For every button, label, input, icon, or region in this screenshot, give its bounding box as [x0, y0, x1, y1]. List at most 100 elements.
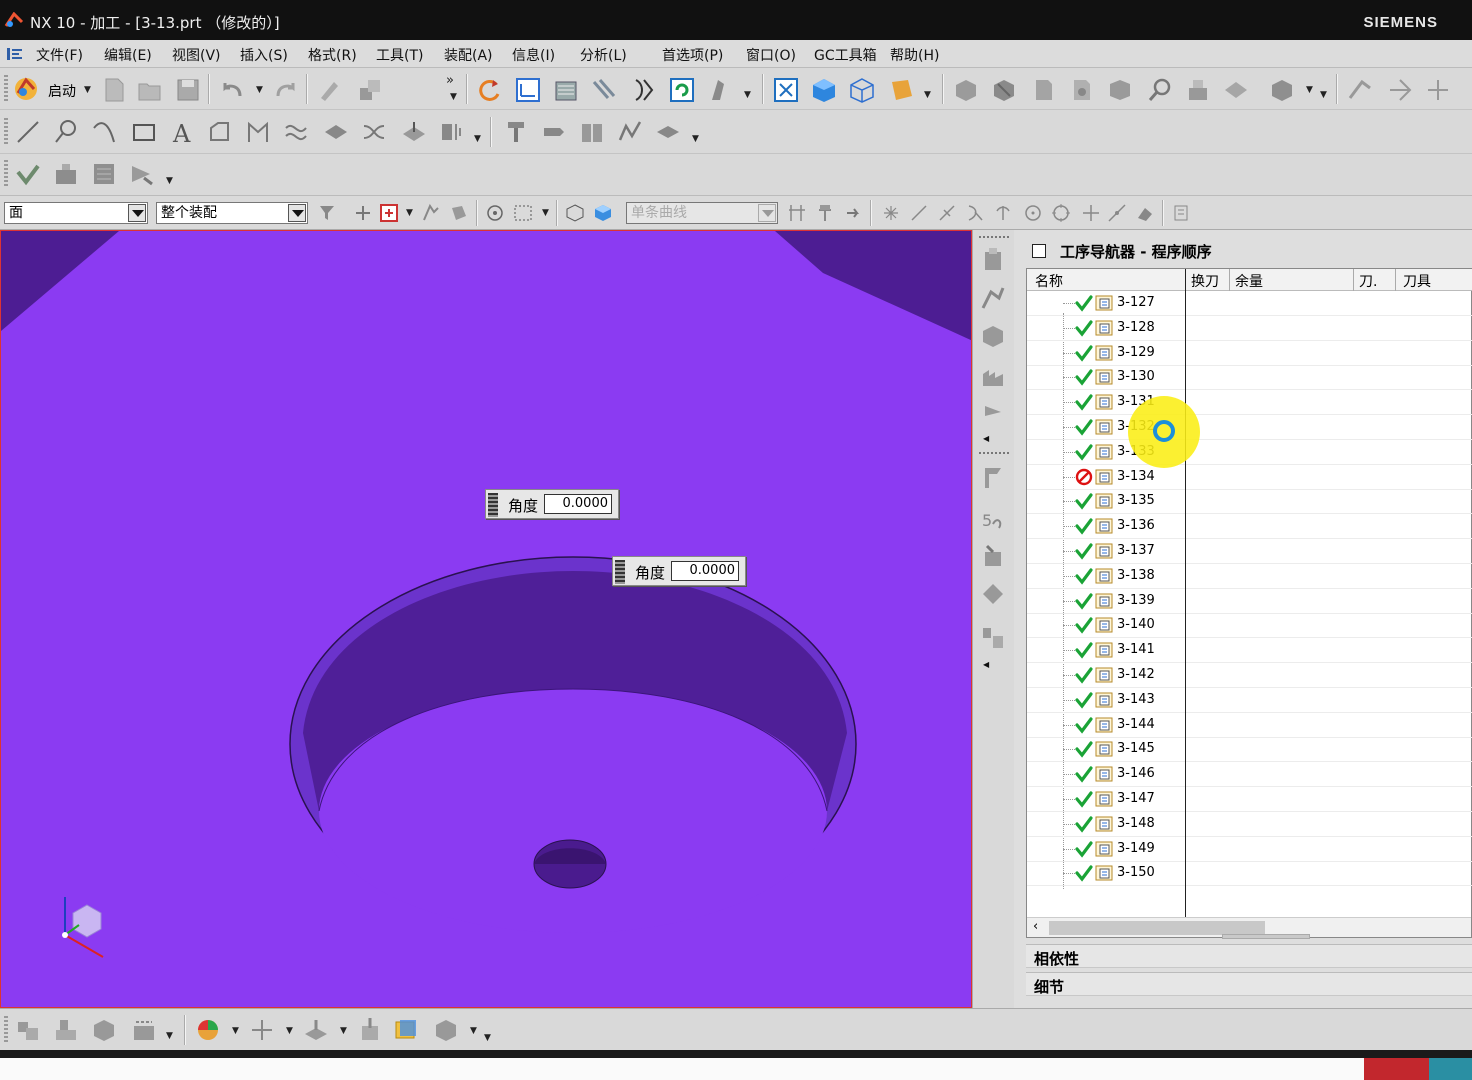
- book-icon[interactable]: [578, 118, 606, 146]
- feature-icon-6[interactable]: [1184, 76, 1212, 104]
- display-dropdown-icon-2[interactable]: ▼: [484, 1033, 491, 1043]
- analysis-icon[interactable]: [194, 1016, 222, 1044]
- mill-dropdown-icon[interactable]: ▼: [692, 134, 699, 144]
- part-navigator-icon[interactable]: [979, 322, 1007, 350]
- undo-icon[interactable]: [218, 76, 246, 104]
- circle-select-icon[interactable]: [484, 202, 506, 224]
- operation-row[interactable]: 3-139: [1027, 589, 1472, 614]
- column-header-stock[interactable]: 余量: [1235, 271, 1263, 291]
- line-icon[interactable]: [14, 118, 42, 146]
- generate-toolpath-icon[interactable]: [668, 76, 696, 104]
- chevron-down-icon[interactable]: [288, 204, 306, 222]
- snap-bounded-icon[interactable]: [1170, 202, 1192, 224]
- menu-file[interactable]: 文件(F): [36, 45, 83, 65]
- shop-doc-icon[interactable]: [90, 160, 118, 188]
- operation-row[interactable]: 3-133: [1027, 440, 1472, 465]
- assembly-dropdown-icon[interactable]: ▼: [166, 1031, 173, 1041]
- feature-icon-3[interactable]: [1030, 76, 1058, 104]
- curve-icon[interactable]: [90, 118, 118, 146]
- copy-icon[interactable]: [356, 76, 384, 104]
- collapse-arrow-icon[interactable]: ◀: [983, 434, 989, 443]
- snap-end-icon[interactable]: [880, 202, 902, 224]
- start-dropdown-icon[interactable]: ▼: [84, 85, 91, 95]
- curve-tool-icon-1[interactable]: [1346, 76, 1374, 104]
- toolbar-grip[interactable]: [4, 1016, 8, 1044]
- rectangle-select-icon[interactable]: [512, 202, 534, 224]
- machine-tool-view-icon[interactable]: [552, 76, 580, 104]
- snap-on-surface-icon[interactable]: [1134, 202, 1156, 224]
- menu-preferences[interactable]: 首选项(P): [662, 45, 723, 65]
- open-file-icon[interactable]: [136, 76, 164, 104]
- menu-tools[interactable]: 工具(T): [376, 45, 423, 65]
- offset-curve-icon[interactable]: [206, 118, 234, 146]
- rectangle-icon[interactable]: [130, 118, 158, 146]
- machine-tool-navigator-icon[interactable]: [979, 542, 1007, 570]
- snap-arc-center-icon[interactable]: [992, 202, 1014, 224]
- toolbar-grip[interactable]: [4, 75, 8, 103]
- operation-row[interactable]: 3-150: [1027, 861, 1472, 887]
- column-divider[interactable]: [1395, 269, 1396, 291]
- menu-view[interactable]: 视图(V): [172, 45, 221, 65]
- model-scene[interactable]: [1, 231, 972, 1008]
- operation-row[interactable]: 3-149: [1027, 837, 1472, 862]
- column-divider[interactable]: [1229, 269, 1230, 291]
- angle-value-field[interactable]: 0.0000: [671, 561, 739, 581]
- feature-icon-7[interactable]: [1222, 76, 1250, 104]
- scrollbar-thumb[interactable]: [1049, 921, 1265, 935]
- operation-row[interactable]: 3-146: [1027, 762, 1472, 788]
- feature-dropdown-icon-2[interactable]: ▼: [1320, 90, 1327, 100]
- datum-dropdown-icon[interactable]: ▼: [340, 1026, 347, 1036]
- path-icon[interactable]: [616, 118, 644, 146]
- operation-row[interactable]: 3-135: [1027, 489, 1472, 515]
- geometry-view-icon[interactable]: [590, 76, 618, 104]
- bridge-curve-icon[interactable]: [360, 118, 388, 146]
- orient-view-icon[interactable]: [888, 76, 916, 104]
- extract-curve-icon[interactable]: [322, 118, 350, 146]
- operation-row[interactable]: 3-137: [1027, 539, 1472, 564]
- history-navigator-icon[interactable]: [979, 624, 1007, 652]
- constraint-navigator-icon[interactable]: [979, 284, 1007, 312]
- feature-icon-8[interactable]: [1268, 76, 1296, 104]
- follow-fillet-icon[interactable]: [842, 202, 864, 224]
- split-curve-icon[interactable]: [438, 118, 466, 146]
- resource-bar-grip[interactable]: [979, 236, 1009, 238]
- dependencies-section[interactable]: 相依性: [1026, 944, 1472, 968]
- pin-checkbox-icon[interactable]: [1032, 244, 1046, 258]
- shaded-view-icon[interactable]: [810, 76, 838, 104]
- paint-icon[interactable]: [316, 76, 344, 104]
- move-component-icon[interactable]: [90, 1016, 118, 1044]
- analysis-dropdown-icon[interactable]: ▼: [232, 1026, 239, 1036]
- operation-row[interactable]: 3-147: [1027, 787, 1472, 812]
- point-icon[interactable]: [248, 1016, 276, 1044]
- feature-icon-1[interactable]: [952, 76, 980, 104]
- resource-bar-grip[interactable]: [979, 452, 1009, 454]
- panel-split-handle[interactable]: [1222, 934, 1310, 939]
- new-file-icon[interactable]: [100, 76, 128, 104]
- start-icon[interactable]: [12, 75, 40, 103]
- operation-row[interactable]: 3-131: [1027, 390, 1472, 416]
- feature-dropdown-icon[interactable]: ▼: [1306, 85, 1313, 95]
- operation-row[interactable]: 3-128: [1027, 316, 1472, 341]
- type-filter-select[interactable]: 面: [4, 202, 148, 224]
- snap-point-icon[interactable]: [352, 202, 374, 224]
- operation-row[interactable]: 3-136: [1027, 514, 1472, 540]
- drag-handle-icon[interactable]: [615, 560, 625, 584]
- angle-value-field[interactable]: 0.0000: [544, 494, 612, 514]
- details-section[interactable]: 细节: [1026, 972, 1472, 996]
- save-icon[interactable]: [174, 76, 202, 104]
- layer-settings-icon[interactable]: [392, 1016, 420, 1044]
- snap-existing-point-icon[interactable]: [1080, 202, 1102, 224]
- intersect-curve-icon[interactable]: [282, 118, 310, 146]
- menu-icon[interactable]: [6, 46, 24, 62]
- drill-tool-icon[interactable]: [540, 118, 568, 146]
- check-tool-icon[interactable]: [14, 160, 42, 188]
- select-feature-icon[interactable]: [420, 202, 442, 224]
- menu-info[interactable]: 信息(I): [512, 45, 555, 65]
- start-button-label[interactable]: 启动: [48, 81, 76, 101]
- column-header-tool-short[interactable]: 刀.: [1359, 271, 1377, 291]
- select-body-icon[interactable]: [448, 202, 470, 224]
- graphics-window[interactable]: 角度 0.0000 角度 0.0000: [0, 230, 972, 1008]
- mill-tool-icon[interactable]: [502, 118, 530, 146]
- menu-insert[interactable]: 插入(S): [240, 45, 288, 65]
- redo-icon[interactable]: [272, 76, 300, 104]
